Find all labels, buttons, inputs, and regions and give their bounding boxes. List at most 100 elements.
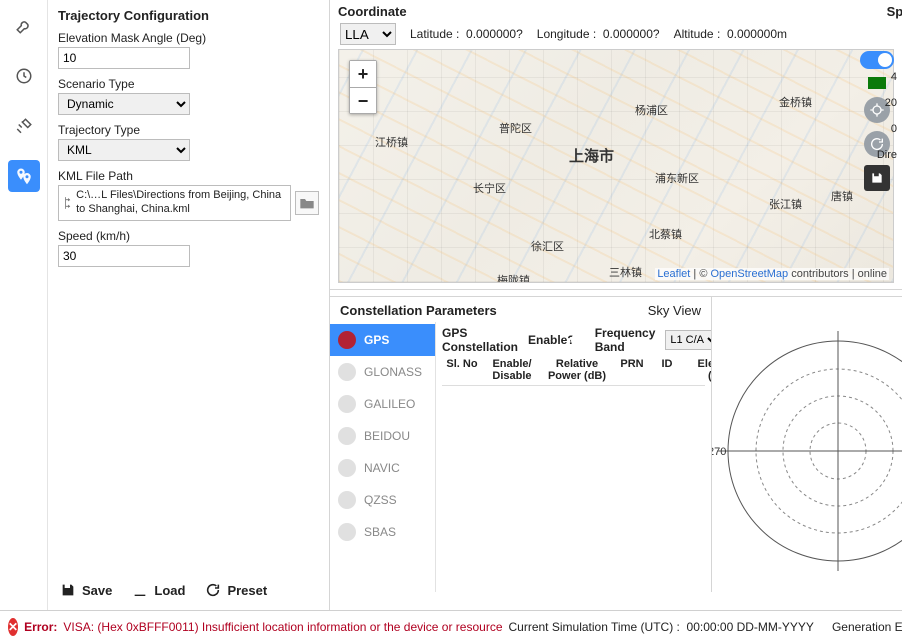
svg-text:270: 270 [712,446,726,458]
nav-label: GALILEO [364,397,415,411]
map-place-label: 浦东新区 [655,170,699,186]
lon-value: 0.000000? [603,27,660,41]
coord-format-select[interactable]: LLA [340,23,396,45]
alt-value: 0.000000m [727,27,787,41]
flag-icon [338,427,356,445]
enable-label: Enable? [528,333,575,347]
constellation-nav-glonass[interactable]: GLONASS [330,356,435,388]
map-layer-toggle[interactable] [860,51,894,69]
map-place-label: 张江镇 [769,196,802,212]
spe-val-0: 4 [865,71,897,83]
attr-tail: contributors | online [788,268,887,280]
trajtype-label: Trajectory Type [58,123,319,137]
load-button[interactable]: Load [132,582,185,598]
freqband-select[interactable]: L1 C/A [665,330,711,350]
map-place-label: 江桥镇 [375,134,408,150]
wrench-icon [15,17,33,35]
map-place-label: 北蔡镇 [649,226,682,242]
map-place-label: 普陀区 [499,120,532,136]
preset-icon [205,582,221,598]
osm-link[interactable]: OpenStreetMap [710,268,788,280]
rail-clock[interactable] [8,60,40,92]
rail-satellite[interactable] [8,110,40,142]
save-icon [60,582,76,598]
leaflet-link[interactable]: Leaflet [657,268,690,280]
constellation-nav-qzss[interactable]: QZSS [330,484,435,516]
constellation-nav-sbas[interactable]: SBAS [330,516,435,548]
constellation-nav-beidou[interactable]: BEIDOU [330,420,435,452]
skyview-plot: 270 [712,331,902,571]
alt-label: Altitude : [674,27,721,41]
config-footer: Save Load Preset [58,576,319,604]
preset-label: Preset [227,583,267,598]
nav-label: NAVIC [364,461,400,475]
save-icon [870,171,884,185]
constellation-nav-navic[interactable]: NAVIC [330,452,435,484]
flag-icon [338,523,356,541]
lon-label: Longitude : [537,27,596,41]
zoom-in-button[interactable]: + [350,61,376,87]
speed-panel-title: Spe [887,4,902,19]
kml-label: KML File Path [58,169,319,183]
folder-icon [299,196,315,210]
map-place-label: 三林镇 [609,264,642,280]
constellation-nav: GPS GLONASS GALILEO BEIDOU NAVIC QZSS SBAS [330,322,436,592]
rail-wrench[interactable] [8,10,40,42]
rail-location[interactable] [8,160,40,192]
col-header: PRN [612,358,652,382]
map-canvas[interactable]: + − 普陀区上海市杨浦区金桥镇浦东新区长宁区江桥镇徐汇区北蔡镇张江镇唐镇三林镇… [338,49,894,283]
clock-icon [15,67,33,85]
flag-icon [338,491,356,509]
flag-icon [338,331,356,349]
path-branch-icon [63,192,72,214]
map-save-button[interactable] [864,165,890,191]
location-icon [15,167,33,185]
load-icon [132,582,148,598]
zoom-out-button[interactable]: − [350,87,376,113]
constellation-nav-galileo[interactable]: GALILEO [330,388,435,420]
nav-label: GPS [364,333,389,347]
panel-title: Trajectory Configuration [58,8,319,23]
constellation-table: GPS Constellation Enable? Frequency Band… [436,322,711,592]
gps-head-label: GPS Constellation [442,326,518,354]
satellite-icon [15,117,33,135]
nav-label: BEIDOU [364,429,410,443]
map-place-label: 徐汇区 [531,238,564,254]
constellation-tab[interactable]: Constellation Parameters [340,303,497,318]
skyview-tab[interactable]: Sky View [648,303,701,318]
main-area: Coordinate Spe LLA Latitude : 0.000000? … [330,0,902,610]
elevation-label: Elevation Mask Angle (Deg) [58,31,319,45]
gentime-label: Generation Elapsed Tim [832,620,902,634]
kml-path-display: C:\…L Files\Directions from Beijing, Chi… [58,185,291,221]
browse-folder-button[interactable] [295,191,319,215]
trajtype-select[interactable]: KML [58,139,190,161]
speed-input[interactable] [58,245,190,267]
flag-icon [338,459,356,477]
lat-label: Latitude : [410,27,459,41]
trajectory-config-panel: Trajectory Configuration Elevation Mask … [48,0,330,610]
col-header: Enable/ Disable [482,358,542,382]
nav-label: QZSS [364,493,397,507]
save-label: Save [82,583,112,598]
kml-path-text: C:\…L Files\Directions from Beijing, Chi… [76,189,286,217]
spe-val-3: Dire [865,149,897,161]
map-place-label: 唐镇 [831,188,853,204]
freqband-label: Frequency Band [595,326,656,354]
col-header: ID [652,358,682,382]
scenario-select[interactable]: Dynamic [58,93,190,115]
save-button[interactable]: Save [60,582,112,598]
map-place-label: 长宁区 [473,180,506,196]
flag-icon [338,363,356,381]
speed-readout-column: 4 20 0 Dire [865,71,897,161]
constellation-nav-gps[interactable]: GPS [330,324,435,356]
spe-val-2: 0 [865,123,897,135]
lat-value: 0.000000? [466,27,523,41]
col-header: Relative Power (dB) [542,358,612,382]
coordinate-panel: Coordinate Spe LLA Latitude : 0.000000? … [330,0,902,290]
map-attribution: Leaflet | © OpenStreetMap contributors |… [655,268,889,280]
elevation-input[interactable] [58,47,190,69]
preset-button[interactable]: Preset [205,582,267,598]
map-place-label: 上海市 [569,145,614,166]
sky-view-panel: 270 [712,297,902,592]
left-icon-rail [0,0,48,610]
